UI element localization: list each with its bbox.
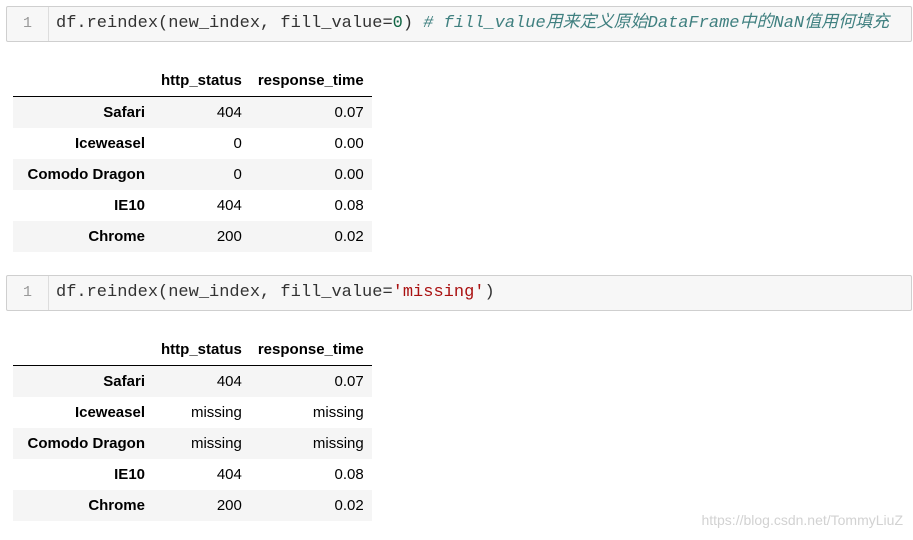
dataframe-output-table: http_status response_time Safari 404 0.0… [13,65,372,252]
row-index: Safari [103,373,145,390]
table-row: Iceweasel missing missing [13,397,372,428]
row-index: IE10 [114,197,145,214]
code-literal: 0 [392,14,403,33]
row-index: Chrome [88,497,145,514]
cell-response-time: 0.00 [334,135,364,152]
table-row: IE10 404 0.08 [13,190,372,221]
cell-response-time: 0.07 [334,104,364,121]
cell-response-time: 0.02 [334,497,364,514]
cell-http-status: 404 [216,466,242,483]
row-index: Chrome [88,228,145,245]
code-literal: 'missing' [392,283,485,302]
watermark: https://blog.csdn.net/TommyLiuZ [701,512,903,528]
index-header [13,65,153,97]
cell-http-status: 200 [216,497,242,514]
table-row: Comodo Dragon 0 0.00 [13,159,372,190]
cell-http-status: 404 [216,104,242,121]
cell-response-time: 0.00 [334,166,364,183]
index-header [13,334,153,366]
code-comment: # fill_value用来定义原始DataFrame中的NaN值用何填充 [413,14,890,33]
column-header: http_status [153,334,250,366]
code-cell-input[interactable]: 1 df.reindex(new_index, fill_value='miss… [6,275,912,311]
column-header: http_status [153,65,250,97]
cell-http-status: 0 [233,166,242,183]
row-index: IE10 [114,466,145,483]
cell-http-status: missing [190,435,242,452]
cell-http-status: 404 [216,373,242,390]
table-row: Safari 404 0.07 [13,365,372,397]
line-number: 1 [7,7,49,41]
table-row: Chrome 200 0.02 [13,490,372,521]
dataframe-output-table: http_status response_time Safari 404 0.0… [13,334,372,521]
cell-response-time: 0.08 [334,466,364,483]
row-index: Comodo Dragon [27,166,146,183]
table-row: Iceweasel 0 0.00 [13,128,372,159]
code-cell-input[interactable]: 1 df.reindex(new_index, fill_value=0) # … [6,6,912,42]
row-index: Safari [103,104,145,121]
table-row: Chrome 200 0.02 [13,221,372,252]
code-text: df.reindex(new_index, fill_value= [56,14,393,33]
cell-http-status: 0 [233,135,242,152]
column-header: response_time [249,334,372,366]
cell-http-status: missing [190,404,242,421]
code-line[interactable]: df.reindex(new_index, fill_value=0) # fi… [56,7,889,41]
code-close: ) [484,283,495,302]
cell-response-time: missing [312,404,364,421]
cell-http-status: 200 [216,228,242,245]
code-close: ) [402,14,414,33]
line-number: 1 [7,276,49,310]
table-row: Comodo Dragon missing missing [13,428,372,459]
cell-http-status: 404 [216,197,242,214]
code-text: df.reindex(new_index, fill_value= [56,283,393,302]
table-row: IE10 404 0.08 [13,459,372,490]
table-row: Safari 404 0.07 [13,96,372,128]
column-header: response_time [249,65,372,97]
code-line[interactable]: df.reindex(new_index, fill_value='missin… [56,276,495,310]
cell-response-time: missing [312,435,364,452]
table-header-row: http_status response_time [13,65,372,97]
table-header-row: http_status response_time [13,334,372,366]
row-index: Iceweasel [74,404,145,421]
row-index: Iceweasel [74,135,145,152]
cell-response-time: 0.08 [334,197,364,214]
row-index: Comodo Dragon [27,435,146,452]
cell-response-time: 0.02 [334,228,364,245]
cell-response-time: 0.07 [334,373,364,390]
